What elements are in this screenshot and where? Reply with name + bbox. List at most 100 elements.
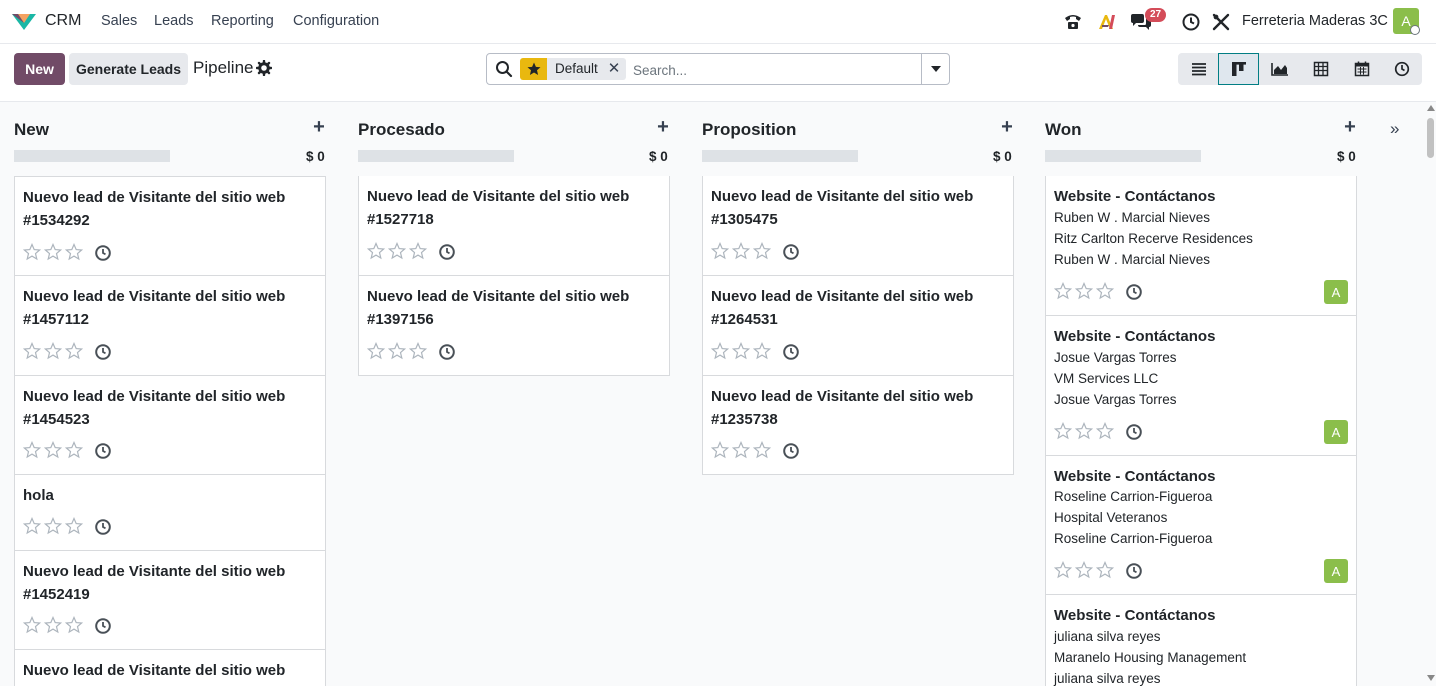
star-outline-icon[interactable] xyxy=(388,242,406,260)
column-progress-bar[interactable] xyxy=(358,150,514,162)
column-progress-bar[interactable] xyxy=(1045,150,1201,162)
quick-create-icon[interactable]: + xyxy=(999,117,1015,137)
activity-clock-icon[interactable] xyxy=(94,617,112,635)
star-outline-icon[interactable] xyxy=(65,441,83,459)
phone-icon[interactable] xyxy=(1062,11,1084,33)
star-outline-icon[interactable] xyxy=(1096,422,1114,440)
menu-sales[interactable]: Sales xyxy=(101,13,137,29)
menu-reporting[interactable]: Reporting xyxy=(211,13,274,29)
star-outline-icon[interactable] xyxy=(65,342,83,360)
lead-card[interactable]: Website - Contáctanos Ruben W . Marcial … xyxy=(1045,176,1357,316)
star-outline-icon[interactable] xyxy=(388,342,406,360)
scroll-up-arrow-icon[interactable] xyxy=(1427,105,1435,111)
star-outline-icon[interactable] xyxy=(23,342,41,360)
star-outline-icon[interactable] xyxy=(1054,422,1072,440)
priority-stars[interactable] xyxy=(711,242,771,260)
kanban-view-button[interactable] xyxy=(1218,53,1259,85)
lead-card[interactable]: Nuevo lead de Visitante del sitio web xyxy=(14,650,326,686)
star-outline-icon[interactable] xyxy=(732,441,750,459)
priority-stars[interactable] xyxy=(23,517,83,535)
star-outline-icon[interactable] xyxy=(44,517,62,535)
priority-stars[interactable] xyxy=(1054,422,1114,440)
salesperson-avatar[interactable]: A xyxy=(1324,280,1348,304)
graph-view-button[interactable] xyxy=(1259,53,1300,85)
star-outline-icon[interactable] xyxy=(65,616,83,634)
star-outline-icon[interactable] xyxy=(1054,282,1072,300)
lead-card[interactable]: Nuevo lead de Visitante del sitio web #1… xyxy=(14,376,326,475)
menu-leads[interactable]: Leads xyxy=(154,13,194,29)
star-outline-icon[interactable] xyxy=(409,242,427,260)
star-outline-icon[interactable] xyxy=(367,342,385,360)
calendar-view-button[interactable] xyxy=(1341,53,1382,85)
star-outline-icon[interactable] xyxy=(23,517,41,535)
star-outline-icon[interactable] xyxy=(753,342,771,360)
lead-card[interactable]: Nuevo lead de Visitante del sitio web #1… xyxy=(358,276,670,376)
quick-create-icon[interactable]: + xyxy=(311,117,327,137)
lead-card[interactable]: Website - Contáctanos Josue Vargas Torre… xyxy=(1045,316,1357,456)
star-outline-icon[interactable] xyxy=(1075,422,1093,440)
activity-clock-icon[interactable] xyxy=(1180,11,1202,33)
priority-stars[interactable] xyxy=(711,441,771,459)
activity-clock-icon[interactable] xyxy=(1125,283,1143,301)
activity-clock-icon[interactable] xyxy=(782,442,800,460)
scroll-down-arrow-icon[interactable] xyxy=(1427,675,1435,681)
priority-stars[interactable] xyxy=(711,342,771,360)
column-progress-bar[interactable] xyxy=(14,150,170,162)
scrollbar[interactable] xyxy=(1425,103,1436,686)
star-outline-icon[interactable] xyxy=(711,441,729,459)
priority-stars[interactable] xyxy=(1054,561,1114,579)
star-outline-icon[interactable] xyxy=(65,517,83,535)
priority-stars[interactable] xyxy=(23,616,83,634)
star-outline-icon[interactable] xyxy=(1096,282,1114,300)
activity-clock-icon[interactable] xyxy=(94,442,112,460)
new-button[interactable]: New xyxy=(14,53,65,85)
star-outline-icon[interactable] xyxy=(23,441,41,459)
priority-stars[interactable] xyxy=(23,441,83,459)
company-switcher[interactable]: Ferreteria Maderas 3C xyxy=(1242,13,1388,29)
activity-clock-icon[interactable] xyxy=(438,243,456,261)
activity-clock-icon[interactable] xyxy=(1125,423,1143,441)
star-outline-icon[interactable] xyxy=(44,441,62,459)
star-outline-icon[interactable] xyxy=(711,242,729,260)
lead-card[interactable]: Nuevo lead de Visitante del sitio web #1… xyxy=(702,376,1014,475)
activity-clock-icon[interactable] xyxy=(1125,562,1143,580)
star-outline-icon[interactable] xyxy=(367,242,385,260)
salesperson-avatar[interactable]: A xyxy=(1324,420,1348,444)
star-outline-icon[interactable] xyxy=(65,243,83,261)
ai-assistant-icon[interactable] xyxy=(1096,11,1118,33)
app-name[interactable]: CRM xyxy=(45,12,81,30)
gear-icon[interactable] xyxy=(256,60,272,76)
quick-create-icon[interactable]: + xyxy=(655,117,671,137)
activity-clock-icon[interactable] xyxy=(94,518,112,536)
star-outline-icon[interactable] xyxy=(44,342,62,360)
facet-remove-icon[interactable]: ✕ xyxy=(605,58,623,80)
activity-view-button[interactable] xyxy=(1382,53,1422,85)
star-outline-icon[interactable] xyxy=(753,441,771,459)
activity-clock-icon[interactable] xyxy=(94,244,112,262)
quick-create-icon[interactable]: + xyxy=(1342,117,1358,137)
lead-card[interactable]: Nuevo lead de Visitante del sitio web #1… xyxy=(14,551,326,650)
lead-card[interactable]: Nuevo lead de Visitante del sitio web #1… xyxy=(14,276,326,376)
search-icon[interactable] xyxy=(495,60,513,78)
star-outline-icon[interactable] xyxy=(732,342,750,360)
priority-stars[interactable] xyxy=(1054,282,1114,300)
star-outline-icon[interactable] xyxy=(1075,282,1093,300)
star-outline-icon[interactable] xyxy=(711,342,729,360)
crm-logo-icon[interactable] xyxy=(10,10,38,32)
search-options-toggle[interactable] xyxy=(921,54,950,84)
search-input[interactable] xyxy=(633,59,913,81)
star-outline-icon[interactable] xyxy=(1096,561,1114,579)
priority-stars[interactable] xyxy=(367,342,427,360)
star-outline-icon[interactable] xyxy=(23,616,41,634)
fold-columns-icon[interactable]: » xyxy=(1390,119,1399,139)
lead-card[interactable]: Website - Contáctanos Roseline Carrion-F… xyxy=(1045,456,1357,595)
tools-icon[interactable] xyxy=(1210,11,1232,33)
generate-leads-button[interactable]: Generate Leads xyxy=(69,53,188,85)
star-outline-icon[interactable] xyxy=(753,242,771,260)
lead-card[interactable]: hola xyxy=(14,475,326,551)
activity-clock-icon[interactable] xyxy=(782,243,800,261)
star-outline-icon[interactable] xyxy=(732,242,750,260)
list-view-button[interactable] xyxy=(1178,53,1219,85)
star-outline-icon[interactable] xyxy=(1075,561,1093,579)
star-outline-icon[interactable] xyxy=(44,243,62,261)
